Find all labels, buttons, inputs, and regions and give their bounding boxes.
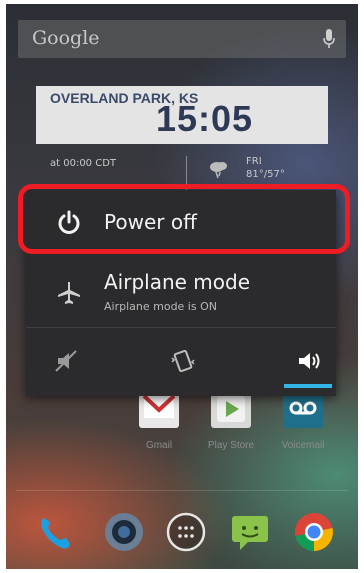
home-screen: Google OVERLAND PARK, KS 15:05 at 00:00 … — [6, 4, 358, 569]
chrome-icon[interactable] — [292, 510, 336, 554]
camera-icon[interactable] — [102, 510, 146, 554]
app-gmail[interactable]: Gmail — [124, 388, 194, 451]
app-label: Gmail — [145, 440, 173, 451]
app-play-store[interactable]: Play Store — [196, 388, 266, 451]
google-search-bar[interactable]: Google — [18, 20, 346, 58]
home-app-row: Gmail Play Store Voicemail — [6, 388, 358, 468]
clock-widget[interactable]: OVERLAND PARK, KS 15:05 — [36, 86, 328, 144]
app-label: Voicemail — [281, 440, 325, 451]
app-drawer-icon[interactable] — [164, 510, 208, 554]
weather-day: FRI — [246, 156, 262, 167]
app-label: Play Store — [207, 440, 255, 451]
vibrate-icon[interactable] — [168, 346, 198, 376]
power-off-highlight — [18, 184, 350, 254]
weather-temps: 81°/57° — [246, 169, 285, 180]
dock — [6, 504, 358, 564]
app-voicemail[interactable]: Voicemail — [268, 388, 338, 451]
airplane-mode-status: Airplane mode is ON — [104, 300, 217, 313]
weather-updated: at 00:00 CDT — [50, 158, 117, 169]
selected-mode-indicator — [284, 384, 332, 388]
airplane-icon — [58, 282, 80, 304]
cloud-rain-icon — [210, 162, 227, 179]
dock-divider — [16, 490, 348, 491]
volume-icon[interactable] — [294, 346, 324, 376]
clock-time: 15:05 — [156, 98, 254, 139]
ringer-mode-selector — [26, 328, 336, 396]
airplane-mode-item[interactable]: Airplane mode Airplane mode is ON — [26, 256, 336, 328]
search-label: Google — [32, 27, 100, 49]
mute-icon[interactable] — [52, 346, 82, 376]
microphone-icon[interactable] — [322, 28, 336, 50]
messaging-icon[interactable] — [228, 510, 272, 554]
airplane-mode-label: Airplane mode — [104, 270, 251, 294]
phone-icon[interactable] — [34, 510, 78, 554]
